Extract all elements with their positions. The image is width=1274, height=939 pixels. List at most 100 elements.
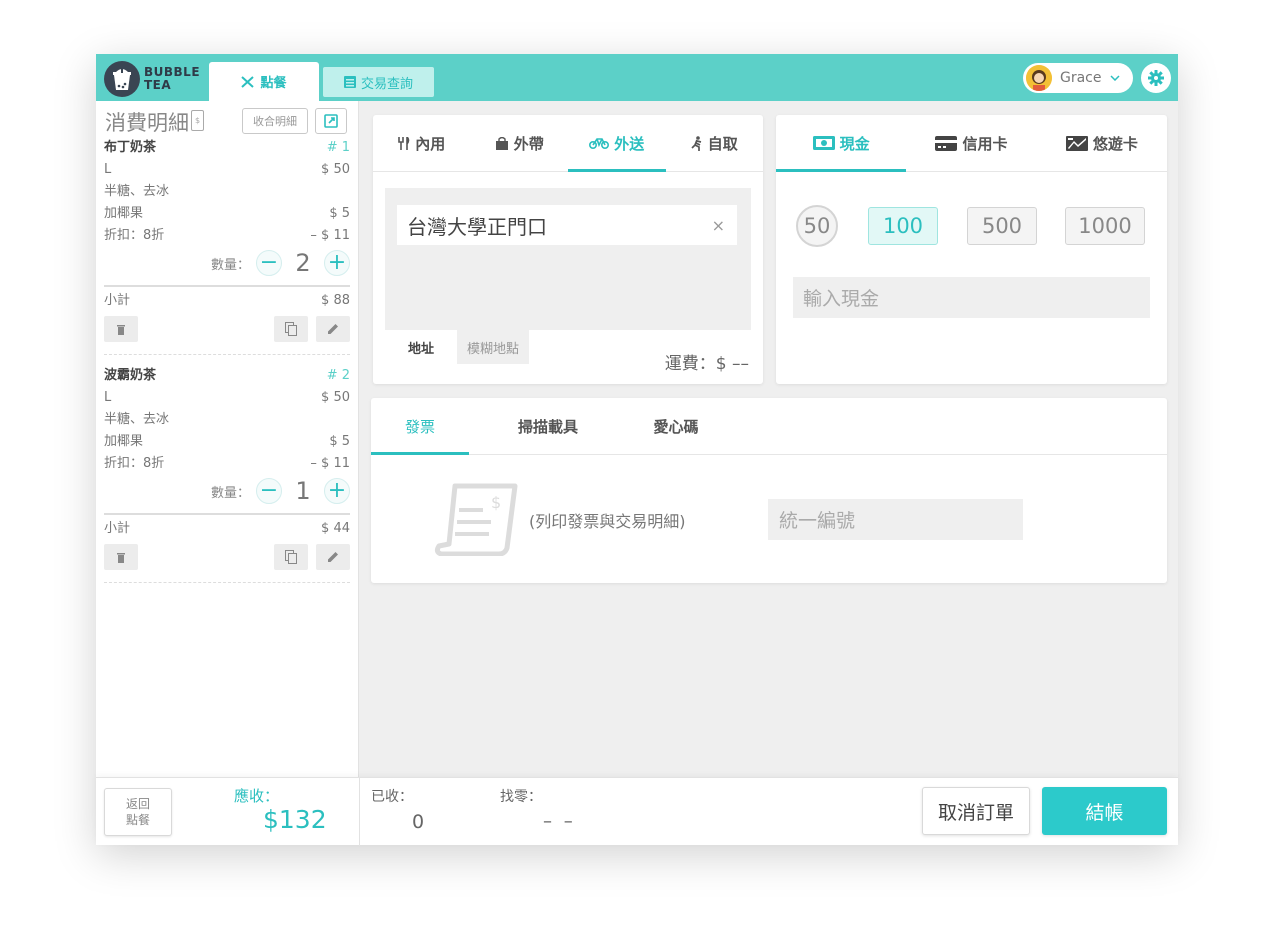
- cash-input-placeholder: 輸入現金: [803, 288, 880, 310]
- fork-knife-icon: [398, 136, 410, 150]
- tab-takeout[interactable]: 外帶: [471, 115, 569, 171]
- order-item: 波霸奶茶 # 2 L $ 50 半糖、去冰 加椰果 $ 5 折扣：8折 – $ 11 數…: [104, 365, 350, 583]
- back-to-order-button[interactable]: 返回 點餐: [104, 788, 172, 836]
- tab-dine-in-label: 內用: [415, 134, 446, 153]
- clear-icon[interactable]: ×: [712, 216, 725, 235]
- tab-credit-card[interactable]: 信用卡: [906, 115, 1036, 171]
- tab-order[interactable]: 點餐: [209, 62, 319, 101]
- duplicate-item-button[interactable]: [274, 316, 308, 342]
- tab-donation-code[interactable]: 愛心碼: [627, 398, 725, 454]
- tab-address[interactable]: 地址: [385, 330, 457, 364]
- denomination-1000-button[interactable]: 1000: [1065, 207, 1145, 245]
- checkout-button[interactable]: 結帳: [1042, 787, 1167, 835]
- denomination-1000-label: 1000: [1078, 214, 1132, 238]
- item-discount-price: – $ 11: [310, 456, 350, 471]
- tab-delivery-label: 外送: [614, 134, 645, 153]
- received-value: 0: [412, 811, 425, 833]
- quantity-value: 2: [295, 249, 311, 277]
- delete-item-button[interactable]: [104, 316, 138, 342]
- tab-cash-label: 現金: [839, 134, 870, 153]
- divider: [104, 285, 350, 287]
- denomination-50-button[interactable]: 50: [796, 205, 838, 247]
- item-options: 半糖、去冰: [104, 184, 170, 199]
- trash-icon: [117, 325, 125, 335]
- order-item: 布丁奶茶 # 1 L $ 50 半糖、去冰 加椰果 $ 5 折扣：8折 – $ 11 數…: [104, 137, 350, 355]
- amount-due-label: 應收：: [234, 787, 280, 805]
- decrement-button[interactable]: −: [256, 250, 282, 276]
- tab-invoice[interactable]: 發票: [371, 398, 469, 455]
- back-label-line1: 返回: [125, 797, 150, 811]
- dining-mode-card: 內用 外帶 外送 自取 台灣大學正門口 × 地址 模糊地點 運費：$ ––: [373, 115, 763, 384]
- denomination-100-button[interactable]: 100: [868, 207, 938, 245]
- quantity-label: 數量：: [210, 485, 250, 501]
- delete-item-button[interactable]: [104, 544, 138, 570]
- top-bar: BUBBLE TEA 點餐 交易查詢 Grace: [96, 54, 1178, 101]
- item-discount: 折扣：8折: [104, 228, 165, 243]
- tab-easycard[interactable]: 悠遊卡: [1037, 115, 1167, 171]
- cancel-order-button[interactable]: 取消訂單: [922, 787, 1030, 835]
- item-size-price: $ 50: [321, 162, 350, 177]
- denomination-100-label: 100: [882, 214, 924, 238]
- tab-dine-in[interactable]: 內用: [373, 115, 471, 171]
- address-panel: 台灣大學正門口 ×: [385, 188, 751, 330]
- item-options: 半糖、去冰: [104, 412, 170, 427]
- edit-item-button[interactable]: [316, 316, 350, 342]
- address-input[interactable]: 台灣大學正門口 ×: [397, 205, 737, 245]
- decrement-button[interactable]: −: [256, 478, 282, 504]
- receipt-icon: $: [191, 110, 204, 131]
- trash-icon: [117, 553, 125, 563]
- pos-app: BUBBLE TEA 點餐 交易查詢 Grace 消費明細 $ 收合明細 布丁奶…: [96, 54, 1178, 846]
- item-name: 布丁奶茶: [104, 140, 157, 155]
- order-detail-header: 消費明細 $ 收合明細: [105, 107, 355, 135]
- divider: [359, 778, 360, 846]
- subtotal-value: $ 88: [321, 293, 350, 308]
- tax-id-input[interactable]: 統一編號: [768, 499, 1023, 540]
- payment-card: 現金 信用卡 悠遊卡 50 100 500 1000 輸入現金: [776, 115, 1167, 384]
- print-note: (列印發票與交易明細): [529, 512, 686, 531]
- order-detail-panel: 消費明細 $ 收合明細 布丁奶茶 # 1 L $ 50 半糖、去冰 加椰果 $ 5 折…: [96, 101, 359, 777]
- quantity-value: 1: [295, 477, 311, 505]
- edit-item-button[interactable]: [316, 544, 350, 570]
- item-size: L: [104, 390, 112, 405]
- item-topping-price: $ 5: [329, 434, 350, 449]
- tab-cash[interactable]: 現金: [776, 115, 907, 172]
- payment-tabs: 現金 信用卡 悠遊卡: [776, 115, 1167, 172]
- brand-logo: BUBBLE TEA: [104, 61, 204, 97]
- order-detail-title: 消費明細: [105, 111, 189, 135]
- utensils-icon: [241, 75, 255, 88]
- increment-button[interactable]: +: [324, 250, 350, 276]
- pencil-icon: [328, 324, 338, 334]
- received-label: 已收：: [371, 789, 413, 805]
- cash-icon: [812, 136, 835, 150]
- collapse-detail-button[interactable]: 收合明細: [242, 108, 308, 134]
- tab-takeout-label: 外帶: [513, 134, 544, 153]
- shopping-bag-icon: [495, 136, 508, 150]
- change-label: 找零：: [500, 789, 542, 805]
- divider: [104, 513, 350, 515]
- tab-scan-carrier[interactable]: 掃描載具: [499, 398, 597, 454]
- settings-button[interactable]: [1141, 63, 1171, 93]
- duplicate-item-button[interactable]: [274, 544, 308, 570]
- increment-button[interactable]: +: [324, 478, 350, 504]
- running-person-icon: [691, 135, 701, 151]
- brand-name: BUBBLE TEA: [144, 66, 200, 92]
- subtotal-label: 小計: [104, 521, 131, 536]
- invoice-card: 發票 掃描載具 愛心碼 $ (列印發票與交易明細) 統一編號: [371, 398, 1167, 583]
- subtotal-value: $ 44: [321, 521, 350, 536]
- tab-fuzzy-location[interactable]: 模糊地點: [457, 330, 529, 364]
- cash-input[interactable]: 輸入現金: [793, 277, 1150, 318]
- tab-pickup[interactable]: 自取: [666, 115, 764, 171]
- dining-tabs: 內用 外帶 外送 自取: [373, 115, 763, 172]
- divider: [104, 354, 350, 355]
- tab-delivery[interactable]: 外送: [568, 115, 666, 172]
- item-size: L: [104, 162, 112, 177]
- quantity-stepper: 數量： − 2 +: [104, 247, 350, 279]
- popout-button[interactable]: [315, 108, 347, 134]
- item-number: # 1: [326, 140, 350, 155]
- user-name: Grace: [1060, 70, 1102, 86]
- denomination-500-button[interactable]: 500: [967, 207, 1037, 245]
- address-value: 台灣大學正門口: [407, 214, 547, 239]
- delivery-fee: 運費：$ ––: [664, 354, 749, 374]
- tab-transaction-query[interactable]: 交易查詢: [323, 67, 434, 97]
- user-menu[interactable]: Grace: [1023, 63, 1133, 93]
